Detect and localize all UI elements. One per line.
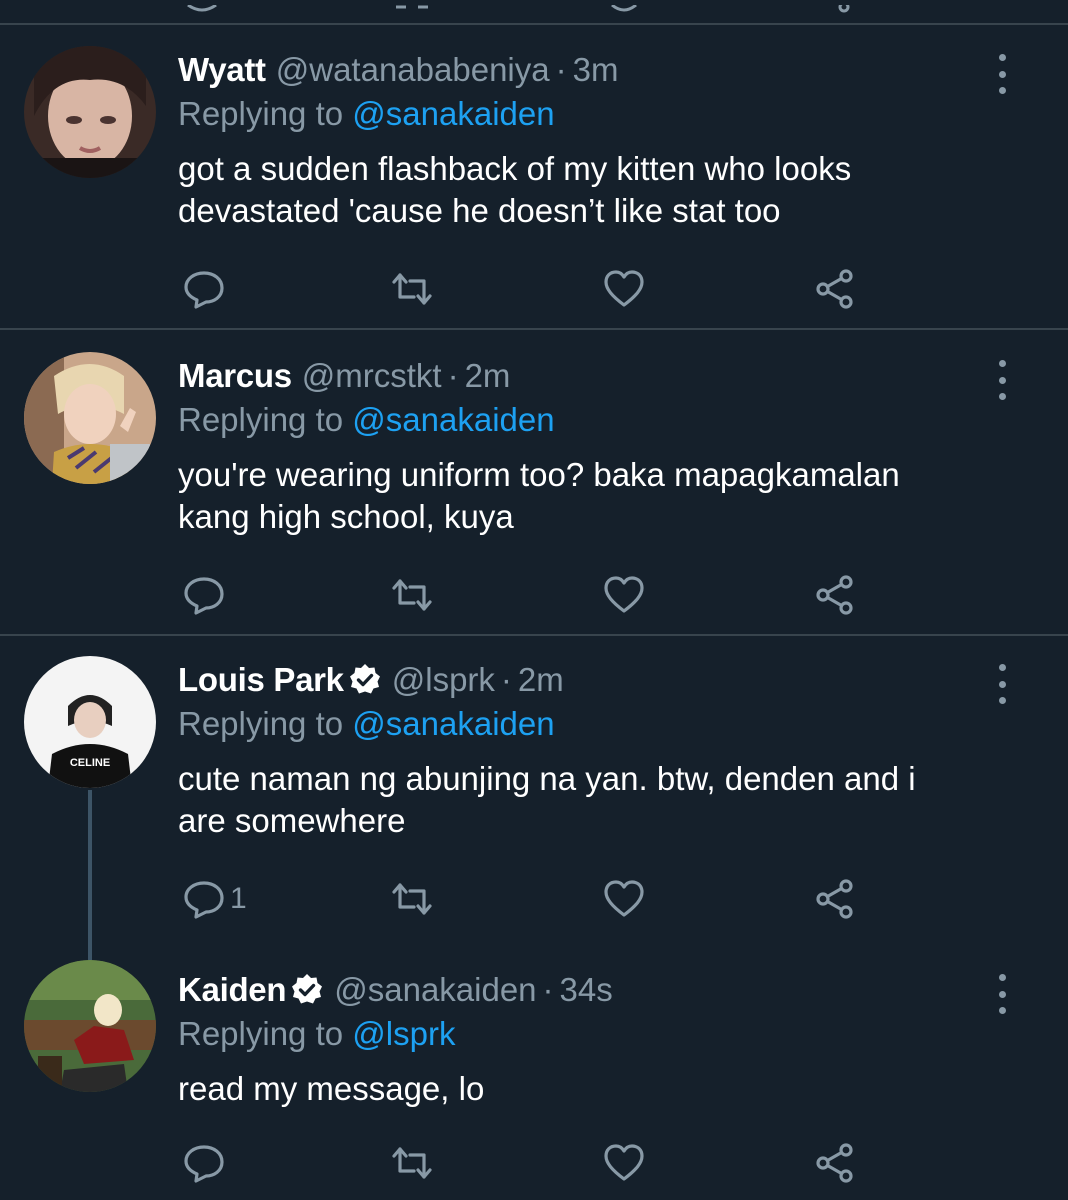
avatar-shirt-text: CELINE — [70, 757, 110, 769]
reply-icon — [184, 881, 224, 919]
replying-to-link[interactable]: @sanakaiden — [352, 401, 554, 438]
tweet-actions — [0, 570, 1068, 620]
retweet-button[interactable] — [390, 570, 434, 620]
share-icon — [816, 269, 853, 309]
username[interactable]: @sanakaiden — [334, 968, 536, 1012]
retweet-button[interactable] — [390, 874, 434, 924]
reply-button[interactable]: 1 — [182, 874, 247, 924]
tweet-actions: 1 — [0, 874, 1068, 924]
retweet-icon — [392, 1147, 432, 1179]
replying-to-link[interactable]: @sanakaiden — [352, 95, 554, 132]
reply-count: 1 — [230, 882, 247, 915]
heart-icon — [604, 880, 644, 917]
replying-to-link[interactable]: @lsprk — [352, 1015, 455, 1052]
more-vertical-icon[interactable] — [992, 54, 1012, 94]
replying-to-label: Replying to — [178, 705, 344, 742]
replying-to-line: Replying to @sanakaiden — [178, 702, 978, 746]
heart-icon — [604, 270, 644, 307]
timestamp[interactable]: 3m — [573, 48, 619, 92]
reply-button[interactable] — [182, 264, 230, 314]
username[interactable]: @watanababeniya — [276, 48, 550, 92]
retweet-icon — [392, 883, 432, 915]
conversation-timeline: Wyatt @watanababeniya · 3m Replying to @… — [0, 0, 1068, 1200]
reply-icon — [184, 577, 224, 615]
retweet-icon — [392, 273, 432, 305]
verified-badge-icon — [290, 973, 324, 1007]
display-name[interactable]: Wyatt — [178, 48, 266, 92]
share-icon — [816, 575, 853, 615]
like-button[interactable] — [602, 1138, 646, 1188]
tweet-kaiden[interactable]: Kaiden @sanakaiden · 34s Replying to @ls… — [0, 946, 1068, 1200]
heart-icon[interactable] — [604, 0, 644, 12]
share-button[interactable] — [814, 570, 858, 620]
replying-to-line: Replying to @sanakaiden — [178, 398, 978, 442]
more-vertical-icon[interactable] — [992, 664, 1012, 704]
tweet-content: Kaiden @sanakaiden · 34s Replying to @ls… — [178, 968, 978, 1110]
separator: · — [542, 971, 554, 1008]
replying-to-label: Replying to — [178, 401, 344, 438]
replying-to-line: Replying to @lsprk — [178, 1012, 978, 1056]
timestamp[interactable]: 2m — [518, 658, 564, 702]
share-icon — [816, 879, 853, 919]
tweet-content: Marcus @mrcstkt · 2m Replying to @sanaka… — [178, 354, 978, 538]
tweet-louis-park[interactable]: CELINE Louis Park @lsprk · 2m Replying t… — [0, 636, 1068, 960]
display-name[interactable]: Kaiden — [178, 968, 287, 1012]
avatar[interactable]: CELINE — [24, 656, 156, 788]
share-icon — [816, 1143, 853, 1183]
more-vertical-icon[interactable] — [992, 360, 1012, 400]
tweet-text: got a sudden flashback of my kitten who … — [178, 150, 852, 229]
reply-button[interactable] — [182, 570, 230, 620]
previous-tweet-actions — [0, 0, 1068, 24]
display-name[interactable]: Louis Park — [178, 658, 344, 702]
username[interactable]: @lsprk — [392, 658, 495, 702]
reply-icon[interactable] — [182, 0, 222, 12]
tweet-header: Wyatt @watanababeniya · 3m — [178, 48, 978, 92]
retweet-icon — [392, 579, 432, 611]
tweet-wyatt[interactable]: Wyatt @watanababeniya · 3m Replying to @… — [0, 24, 1068, 328]
replying-to-label: Replying to — [178, 95, 344, 132]
tweet-header: Marcus @mrcstkt · 2m — [178, 354, 978, 398]
avatar[interactable] — [24, 352, 156, 484]
tweet-actions — [0, 264, 1068, 314]
tweet-text: cute naman ng abunjing na yan. btw, dend… — [178, 760, 916, 839]
separator: · — [555, 51, 567, 88]
tweet-header: Louis Park @lsprk · 2m — [178, 658, 978, 702]
reply-icon — [184, 271, 224, 309]
share-button[interactable] — [814, 1138, 858, 1188]
timestamp[interactable]: 34s — [560, 968, 613, 1012]
replying-to-line: Replying to @sanakaiden — [178, 92, 978, 136]
reply-icon — [184, 1145, 224, 1183]
like-button[interactable] — [602, 264, 646, 314]
tweet-content: Louis Park @lsprk · 2m Replying to @sana… — [178, 658, 978, 842]
timestamp[interactable]: 2m — [465, 354, 511, 398]
heart-icon — [604, 576, 644, 613]
tweet-text: read my message, lo — [178, 1070, 485, 1107]
display-name[interactable]: Marcus — [178, 354, 292, 398]
like-button[interactable] — [602, 570, 646, 620]
verified-badge-icon — [348, 663, 382, 697]
share-button[interactable] — [814, 874, 858, 924]
tweet-marcus[interactable]: Marcus @mrcstkt · 2m Replying to @sanaka… — [0, 330, 1068, 634]
heart-icon — [604, 1144, 644, 1181]
username[interactable]: @mrcstkt — [302, 354, 442, 398]
retweet-button[interactable] — [390, 1138, 434, 1188]
retweet-icon[interactable] — [392, 0, 432, 9]
tweet-actions — [0, 1138, 1068, 1188]
share-button[interactable] — [814, 264, 858, 314]
tweet-content: Wyatt @watanababeniya · 3m Replying to @… — [178, 48, 978, 232]
tweet-text: you're wearing uniform too? baka mapagka… — [178, 456, 900, 535]
tweet-header: Kaiden @sanakaiden · 34s — [178, 968, 978, 1012]
replying-to-label: Replying to — [178, 1015, 344, 1052]
replying-to-link[interactable]: @sanakaiden — [352, 705, 554, 742]
reply-button[interactable] — [182, 1138, 230, 1188]
like-button[interactable] — [602, 874, 646, 924]
separator: · — [447, 357, 459, 394]
more-vertical-icon[interactable] — [992, 974, 1012, 1014]
avatar[interactable] — [24, 46, 156, 178]
separator: · — [500, 661, 512, 698]
share-icon[interactable] — [818, 0, 858, 13]
retweet-button[interactable] — [390, 264, 434, 314]
avatar[interactable] — [24, 960, 156, 1092]
